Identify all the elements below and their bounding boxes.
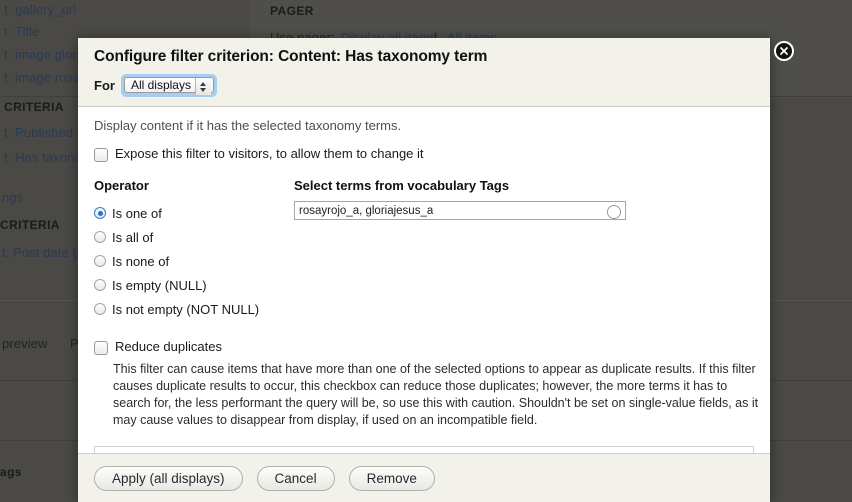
dialog-body: Display content if it has the selected t…: [78, 107, 770, 453]
close-icon[interactable]: [774, 41, 794, 61]
operator-option-is-empty[interactable]: Is empty (NULL): [94, 273, 294, 297]
bg-section-heading: CRITERIA: [0, 218, 60, 232]
terms-heading: Select terms from vocabulary Tags: [294, 178, 510, 193]
reduce-duplicates-help: This filter can cause items that have mo…: [113, 362, 759, 427]
expose-filter-checkbox[interactable]: [94, 148, 108, 162]
radio-icon[interactable]: [94, 207, 106, 219]
configure-filter-dialog: Configure filter criterion: Content: Has…: [78, 38, 770, 502]
radio-icon[interactable]: [94, 279, 106, 291]
bg-item: t: Published (: [4, 125, 82, 140]
bg-item: t: image rosa: [4, 70, 81, 85]
reduce-duplicates-row[interactable]: Reduce duplicates: [94, 339, 754, 355]
operator-column: Operator Is one of Is all of Is none of …: [94, 178, 294, 321]
reduce-duplicates-label: Reduce duplicates: [115, 339, 222, 354]
operator-option-label: Is empty (NULL): [112, 277, 207, 293]
bg-section-heading: ags: [0, 465, 22, 479]
operator-heading: Operator: [94, 178, 149, 193]
terms-autocomplete-input[interactable]: rosayrojo_a, gloriajesus_a: [294, 201, 626, 220]
terms-column: Select terms from vocabulary Tags rosayr…: [294, 178, 754, 321]
bg-item: ngs: [2, 190, 24, 205]
filter-description: Display content if it has the selected t…: [94, 118, 402, 133]
radio-icon[interactable]: [94, 255, 106, 267]
dialog-title: Configure filter criterion: Content: Has…: [94, 48, 488, 65]
operator-option-label: Is not empty (NOT NULL): [112, 301, 260, 317]
operator-option-is-none-of[interactable]: Is none of: [94, 249, 294, 273]
cancel-button[interactable]: Cancel: [256, 465, 335, 491]
operator-option-is-one-of[interactable]: Is one of: [94, 201, 294, 225]
more-fieldset-toggle[interactable]: MORE: [94, 446, 754, 453]
bg-item: t: image glori: [4, 47, 80, 62]
bg-pager-title: PAGER: [270, 4, 314, 18]
operator-option-label: Is none of: [112, 253, 170, 269]
bg-item: t: Has taxono: [4, 150, 82, 165]
throbber-icon: [607, 204, 621, 219]
terms-input-value: rosayrojo_a, gloriajesus_a: [299, 204, 434, 217]
dialog-footer: Apply (all displays) Cancel Remove: [78, 453, 770, 502]
operator-option-is-all-of[interactable]: Is all of: [94, 225, 294, 249]
dialog-header: Configure filter criterion: Content: Has…: [78, 38, 770, 107]
bg-section-heading: CRITERIA: [4, 100, 64, 114]
reduce-duplicates-checkbox[interactable]: [94, 341, 108, 355]
remove-button[interactable]: Remove: [348, 465, 435, 491]
expose-filter-label: Expose this filter to visitors, to allow…: [115, 146, 424, 161]
bg-item: t: gallery_url: [4, 2, 77, 17]
expose-filter-row[interactable]: Expose this filter to visitors, to allow…: [94, 146, 754, 162]
operator-terms-columns: Operator Is one of Is all of Is none of …: [94, 178, 754, 321]
bg-item: preview: [2, 336, 48, 351]
radio-icon[interactable]: [94, 303, 106, 315]
chevron-updown-icon: [194, 78, 211, 95]
operator-option-label: Is one of: [112, 205, 162, 221]
display-scope-row: For All displays: [94, 74, 754, 97]
bg-item: t: Title: [4, 24, 40, 39]
display-scope-select[interactable]: All displays: [120, 74, 217, 97]
operator-option-label: Is all of: [112, 229, 154, 245]
apply-button[interactable]: Apply (all displays): [94, 465, 243, 491]
for-label: For: [94, 78, 115, 93]
operator-option-is-not-empty[interactable]: Is not empty (NOT NULL): [94, 297, 294, 321]
bg-item: t: Post date (: [2, 245, 78, 260]
radio-icon[interactable]: [94, 231, 106, 243]
